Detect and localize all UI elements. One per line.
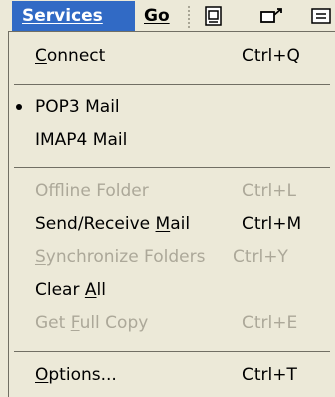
- menu-item-label-rest: ynchronize Folders: [45, 247, 206, 267]
- menu-item-label: Get Full Copy: [35, 307, 148, 340]
- menu-item-label-rest: ine Folder: [64, 181, 149, 201]
- folder-icon[interactable]: [306, 2, 335, 29]
- menu-bar: Services Go: [0, 0, 335, 31]
- menu-item-imap4[interactable]: IMAP4 Mail: [9, 124, 335, 157]
- services-dropdown: Connect Ctrl+Q POP3 Mail IMAP4 Mail Offl…: [8, 31, 335, 397]
- menu-item-label-pre: Get: [35, 313, 71, 333]
- menu-item-shortcut: Ctrl+T: [242, 365, 297, 385]
- menu-item-get-full-copy[interactable]: Get Full Copy Ctrl+E: [9, 307, 335, 340]
- document-icon[interactable]: [200, 2, 230, 29]
- menu-item-synchronize-folders[interactable]: Synchronize Folders Ctrl+Y: [9, 241, 335, 274]
- menu-item-label: Synchronize Folders: [35, 241, 205, 274]
- go-menu[interactable]: Go: [139, 1, 177, 31]
- menu-item-label: Options...: [35, 359, 117, 392]
- menu-item-label: Clear All: [35, 274, 106, 307]
- mnemonic-m: M: [155, 214, 171, 234]
- menu-item-label: Connect: [35, 40, 105, 73]
- menu-item-clear-all[interactable]: Clear All: [9, 274, 335, 307]
- radio-bullet-icon: [16, 104, 22, 110]
- mnemonic-c: C: [35, 46, 47, 66]
- services-menu[interactable]: Services: [12, 1, 135, 31]
- menu-item-label: IMAP4 Mail: [35, 130, 128, 150]
- toolbar-grip[interactable]: [188, 6, 194, 28]
- menu-item-label-rest: ull Copy: [79, 313, 149, 333]
- menu-separator: [14, 167, 330, 168]
- send-receive-icon[interactable]: [256, 2, 286, 29]
- menu-item-pop3[interactable]: POP3 Mail: [9, 91, 335, 124]
- menu-item-label-rest: onnect: [46, 46, 106, 66]
- mnemonic-f: F: [70, 313, 80, 333]
- menu-separator: [14, 351, 330, 352]
- menu-item-options[interactable]: Options... Ctrl+T: [9, 359, 335, 392]
- menu-item-label-rest: ll: [96, 280, 106, 300]
- menu-item-shortcut: Ctrl+L: [242, 181, 296, 201]
- menu-item-offline-folder[interactable]: Offline Folder Ctrl+L: [9, 175, 335, 208]
- menu-item-label-rest: ail: [170, 214, 191, 234]
- menu-item-label-rest: ptions...: [48, 365, 117, 385]
- mnemonic-o: O: [35, 365, 49, 385]
- menu-item-label-pre: Clear: [35, 280, 85, 300]
- window-background: [0, 31, 8, 397]
- menu-item-send-receive-mail[interactable]: Send/Receive Mail Ctrl+M: [9, 208, 335, 241]
- menu-item-shortcut: Ctrl+E: [242, 313, 298, 333]
- menu-item-shortcut: Ctrl+M: [242, 214, 302, 234]
- mnemonic-a: A: [84, 280, 97, 300]
- menu-item-shortcut: Ctrl+Y: [233, 247, 288, 267]
- menu-item-shortcut: Ctrl+Q: [242, 46, 300, 66]
- menu-separator: [14, 84, 330, 85]
- menu-item-label-pre: Send/Receive: [35, 214, 156, 234]
- menu-item-label-pre: Off: [35, 181, 65, 201]
- menu-item-label: Offline Folder: [35, 175, 149, 208]
- mnemonic-s: S: [35, 247, 46, 267]
- menu-item-label: Send/Receive Mail: [35, 208, 190, 241]
- menu-item-label: POP3 Mail: [35, 97, 120, 117]
- menu-item-connect[interactable]: Connect Ctrl+Q: [9, 40, 335, 73]
